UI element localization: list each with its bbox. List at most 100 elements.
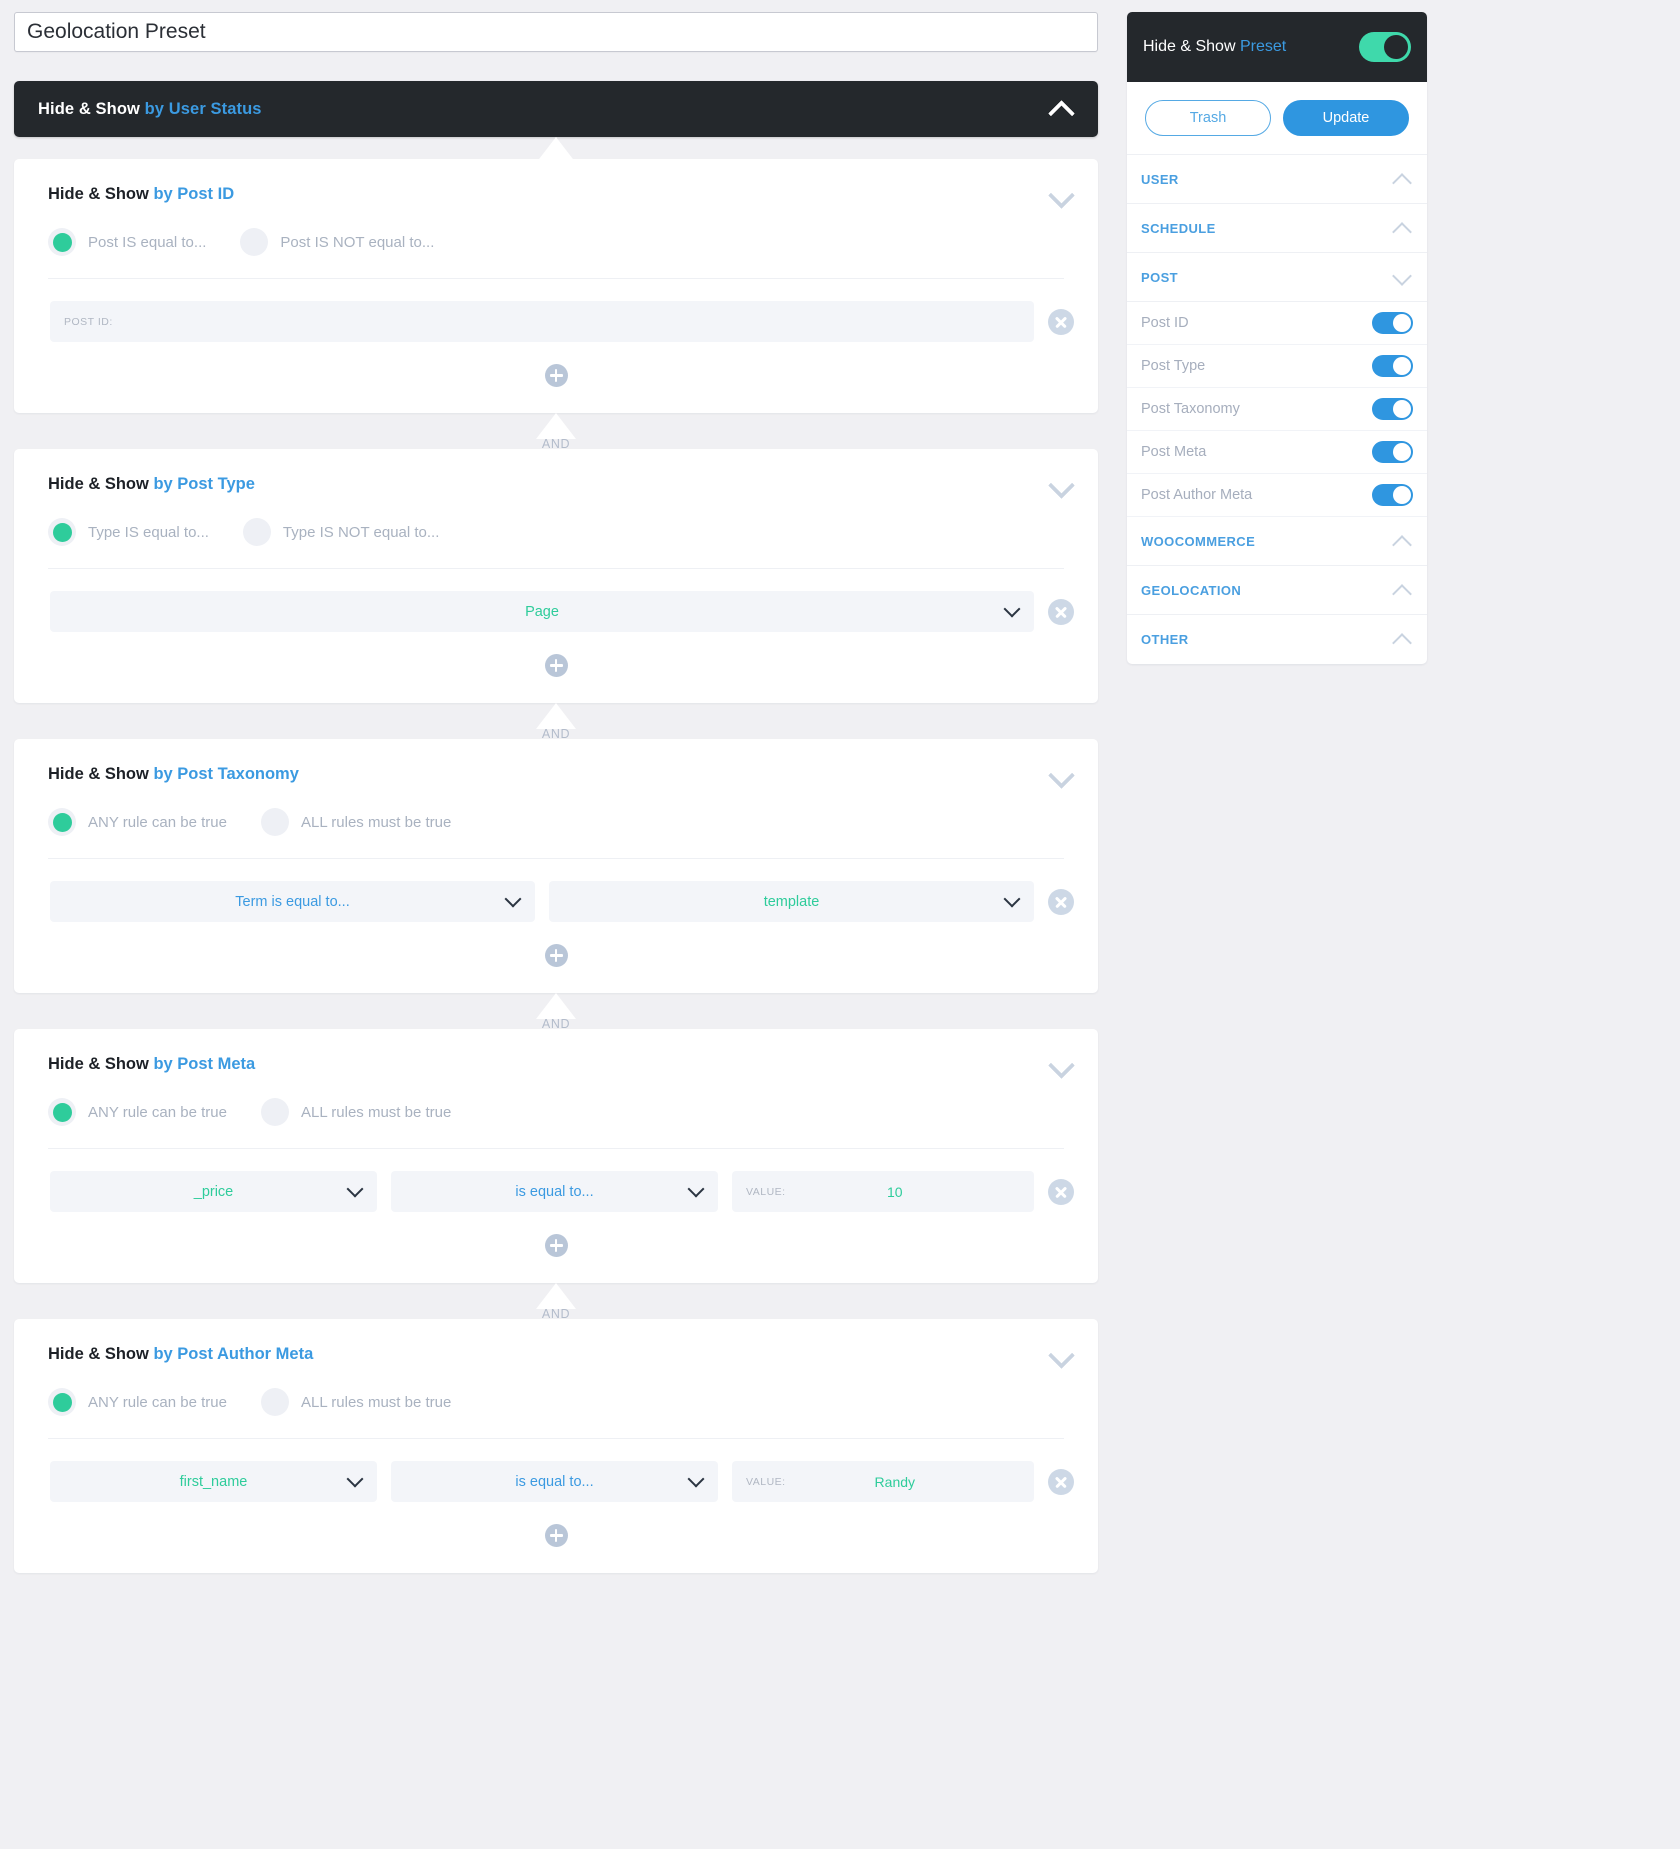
radio-option-any[interactable]: ANY rule can be true [48, 1098, 227, 1126]
radio-dot-icon [240, 228, 268, 256]
card-title-main: Hide & Show [48, 765, 149, 783]
chevron-down-icon[interactable] [1048, 477, 1074, 493]
card-title: Hide & Show by Post Taxonomy [48, 765, 299, 784]
sidebar-item-label: Post ID [1141, 315, 1189, 331]
remove-rule-icon[interactable] [1048, 309, 1074, 335]
add-rule-icon[interactable] [545, 1524, 568, 1547]
chevron-down-icon[interactable] [1048, 767, 1074, 783]
sidebar-group-user[interactable]: USER [1127, 155, 1427, 204]
sidebar-item-post-id[interactable]: Post ID [1127, 302, 1427, 345]
author-meta-value-label: VALUE: [732, 1476, 786, 1488]
radio-dot-icon [243, 518, 271, 546]
sidebar-group-schedule[interactable]: SCHEDULE [1127, 204, 1427, 253]
author-meta-key-select[interactable]: first_name [50, 1461, 377, 1502]
radio-option-not-equal[interactable]: Type IS NOT equal to... [243, 518, 439, 546]
chevron-up-icon [1391, 222, 1413, 235]
update-button[interactable]: Update [1283, 100, 1409, 136]
post-id-field[interactable]: POST ID: [50, 301, 1034, 342]
radio-group: ANY rule can be true ALL rules must be t… [14, 784, 1098, 836]
sidebar-group-geolocation[interactable]: GEOLOCATION [1127, 566, 1427, 615]
card-title: Hide & Show by Post Author Meta [48, 1345, 313, 1364]
radio-dot-icon [48, 1388, 76, 1416]
taxonomy-term-select[interactable]: template [549, 881, 1034, 922]
meta-value-field[interactable]: VALUE: [732, 1171, 1034, 1212]
sidebar-item-post-taxonomy[interactable]: Post Taxonomy [1127, 388, 1427, 431]
connector-triangle [536, 993, 576, 1019]
chevron-up-icon [1391, 584, 1413, 597]
radio-option-equal[interactable]: Type IS equal to... [48, 518, 209, 546]
add-rule-icon[interactable] [545, 1234, 568, 1257]
card-header[interactable]: Hide & Show by Post Meta [14, 1029, 1098, 1074]
sidebar-item-post-meta[interactable]: Post Meta [1127, 431, 1427, 474]
sidebar-group-other[interactable]: OTHER [1127, 615, 1427, 664]
sidebar-group-post[interactable]: POST [1127, 253, 1427, 302]
taxonomy-condition-select[interactable]: Term is equal to... [50, 881, 535, 922]
radio-dot-icon [48, 518, 76, 546]
meta-key-select[interactable]: _price [50, 1171, 377, 1212]
radio-option-any[interactable]: ANY rule can be true [48, 808, 227, 836]
radio-group: ANY rule can be true ALL rules must be t… [14, 1074, 1098, 1126]
card-header[interactable]: Hide & Show by Post Author Meta [14, 1319, 1098, 1364]
add-rule-icon[interactable] [545, 654, 568, 677]
connector-and: AND [14, 993, 1098, 1029]
connector-triangle [536, 137, 576, 163]
sidebar-group-woocommerce[interactable]: WOOCOMMERCE [1127, 517, 1427, 566]
radio-option-any[interactable]: ANY rule can be true [48, 1388, 227, 1416]
chevron-down-icon [688, 1470, 705, 1487]
author-meta-value-input[interactable] [786, 1461, 1034, 1502]
app-root: Hide & Show by User Status Hide & Show b… [0, 0, 1680, 1849]
post-type-select[interactable]: Page [50, 591, 1034, 632]
post-author-meta-toggle[interactable] [1372, 484, 1413, 506]
remove-rule-icon[interactable] [1048, 1469, 1074, 1495]
sidebar-item-post-author-meta[interactable]: Post Author Meta [1127, 474, 1427, 517]
author-meta-condition-select[interactable]: is equal to... [391, 1461, 718, 1502]
remove-rule-icon[interactable] [1048, 599, 1074, 625]
connector-label: AND [542, 437, 570, 451]
chevron-down-icon [1004, 600, 1021, 617]
add-rule-icon[interactable] [545, 944, 568, 967]
chevron-down-icon[interactable] [1048, 1347, 1074, 1363]
sidebar-group-label: GEOLOCATION [1141, 583, 1241, 598]
radio-option-not-equal[interactable]: Post IS NOT equal to... [240, 228, 434, 256]
post-id-toggle[interactable] [1372, 312, 1413, 334]
master-rule-bar[interactable]: Hide & Show by User Status [14, 81, 1098, 137]
post-meta-toggle[interactable] [1372, 441, 1413, 463]
rule-card-post-author-meta: Hide & Show by Post Author Meta ANY rule… [14, 1319, 1098, 1573]
card-header[interactable]: Hide & Show by Post Type [14, 449, 1098, 494]
post-id-input[interactable] [113, 301, 1034, 342]
post-type-select-value: Page [525, 604, 559, 620]
card-title: Hide & Show by Post Type [48, 475, 255, 494]
sidebar-item-post-type[interactable]: Post Type [1127, 345, 1427, 388]
preset-title-input[interactable] [14, 12, 1098, 52]
card-title-main: Hide & Show [48, 185, 149, 203]
chevron-up-icon[interactable] [1048, 101, 1074, 117]
preset-sidebar: Hide & Show Preset Trash Update USER SCH… [1127, 12, 1427, 664]
radio-option-equal[interactable]: Post IS equal to... [48, 228, 206, 256]
rule-card-post-meta: Hide & Show by Post Meta ANY rule can be… [14, 1029, 1098, 1283]
chevron-down-icon [1391, 271, 1413, 284]
radio-option-all[interactable]: ALL rules must be true [261, 1388, 451, 1416]
sidebar-group-label: USER [1141, 172, 1179, 187]
author-meta-value-field[interactable]: VALUE: [732, 1461, 1034, 1502]
remove-rule-icon[interactable] [1048, 889, 1074, 915]
sidebar-actions: Trash Update [1127, 82, 1427, 155]
sidebar-title: Hide & Show Preset [1143, 38, 1286, 56]
card-header[interactable]: Hide & Show by Post ID [14, 159, 1098, 204]
chevron-down-icon[interactable] [1048, 1057, 1074, 1073]
post-type-toggle[interactable] [1372, 355, 1413, 377]
radio-dot-icon [261, 1098, 289, 1126]
remove-rule-icon[interactable] [1048, 1179, 1074, 1205]
trash-button[interactable]: Trash [1145, 100, 1271, 136]
add-rule-icon[interactable] [545, 364, 568, 387]
card-header[interactable]: Hide & Show by Post Taxonomy [14, 739, 1098, 784]
chevron-up-icon [1391, 173, 1413, 186]
chevron-down-icon[interactable] [1048, 187, 1074, 203]
card-title: Hide & Show by Post ID [48, 185, 234, 204]
radio-option-all[interactable]: ALL rules must be true [261, 1098, 451, 1126]
chevron-down-icon [505, 890, 522, 907]
meta-condition-select[interactable]: is equal to... [391, 1171, 718, 1212]
post-taxonomy-toggle[interactable] [1372, 398, 1413, 420]
radio-option-all[interactable]: ALL rules must be true [261, 808, 451, 836]
preset-enable-toggle[interactable] [1359, 32, 1411, 62]
meta-value-input[interactable] [786, 1171, 1034, 1212]
